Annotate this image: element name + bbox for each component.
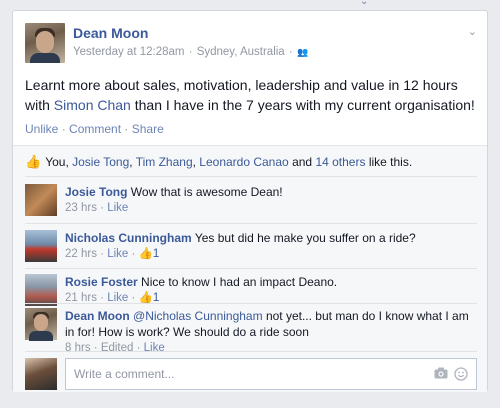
comment-like-count[interactable]: 1	[153, 248, 159, 260]
comment-text: Nice to know I had an impact Deano.	[141, 275, 338, 289]
commenter-avatar[interactable]	[25, 308, 57, 341]
caret-up-icon: ⌄	[360, 0, 369, 7]
page-background	[0, 0, 500, 6]
comment-text: Wow that is awesome Dean!	[130, 185, 283, 199]
liker-link[interactable]: Leonardo Canao	[199, 155, 288, 169]
divider	[25, 303, 477, 304]
others-link[interactable]: 14 others	[315, 155, 365, 169]
comment-composer: Write a comment...	[25, 358, 477, 390]
post-card: ⌄ Dean Moon Yesterday at 12:28am · Sydne…	[12, 10, 488, 392]
post-meta: Yesterday at 12:28am · Sydney, Australia…	[73, 46, 309, 58]
comment-time[interactable]: 23 hrs	[65, 202, 97, 214]
thumbs-up-icon: 👍	[138, 248, 153, 260]
share-link[interactable]: Share	[132, 122, 164, 136]
feedback-section: 👍 You, Josie Tong, Tim Zhang, Leonardo Ca…	[13, 145, 487, 392]
post-location[interactable]: Sydney, Australia	[197, 46, 285, 58]
divider	[25, 351, 477, 352]
commenter-name[interactable]: Nicholas Cunningham	[65, 231, 192, 245]
friends-icon[interactable]: 👥	[297, 47, 308, 57]
camera-icon[interactable]	[434, 367, 448, 379]
unlike-link[interactable]: Unlike	[25, 122, 58, 136]
commenter-name[interactable]: Rosie Foster	[65, 275, 138, 289]
commenter-avatar[interactable]	[25, 184, 57, 216]
liker-link[interactable]: Josie Tong	[72, 155, 129, 169]
commenter-name[interactable]: Dean Moon	[65, 309, 130, 323]
comment-input[interactable]: Write a comment...	[65, 358, 477, 390]
post-timestamp[interactable]: Yesterday at 12:28am	[73, 46, 184, 58]
commenter-avatar[interactable]	[25, 274, 57, 306]
mention-link[interactable]: @Nicholas Cunningham	[133, 309, 263, 323]
comment-time[interactable]: 8 hrs	[65, 342, 91, 354]
comment-like-link[interactable]: Like	[107, 202, 128, 214]
smiley-icon[interactable]	[454, 367, 468, 381]
likes-summary: 👍 You, Josie Tong, Tim Zhang, Leonardo Ca…	[25, 154, 413, 169]
post-actions: Unlike · Comment · Share	[25, 122, 164, 136]
comment-text: Yes but did he make you suffer on a ride…	[194, 231, 416, 245]
current-user-avatar	[25, 358, 57, 390]
mention-link[interactable]: Simon Chan	[54, 97, 131, 113]
edited-label[interactable]: Edited	[101, 342, 134, 354]
commenter-avatar[interactable]	[25, 230, 57, 262]
divider	[25, 268, 477, 269]
comment-like-link[interactable]: Like	[107, 248, 128, 260]
divider	[25, 223, 477, 224]
comment-link[interactable]: Comment	[69, 122, 121, 136]
thumbs-up-icon: 👍	[25, 154, 42, 169]
divider	[25, 176, 477, 177]
post-body: Learnt more about sales, motivation, lea…	[25, 77, 475, 113]
comment-like-link[interactable]: Like	[144, 342, 165, 354]
post-options-chevron-icon[interactable]: ⌄	[468, 25, 477, 38]
commenter-name[interactable]: Josie Tong	[65, 185, 127, 199]
post-author-name[interactable]: Dean Moon	[73, 25, 148, 41]
liker-link[interactable]: Tim Zhang	[136, 155, 193, 169]
comment-placeholder: Write a comment...	[74, 367, 175, 381]
author-avatar[interactable]	[25, 23, 65, 63]
comment-time[interactable]: 22 hrs	[65, 248, 97, 260]
